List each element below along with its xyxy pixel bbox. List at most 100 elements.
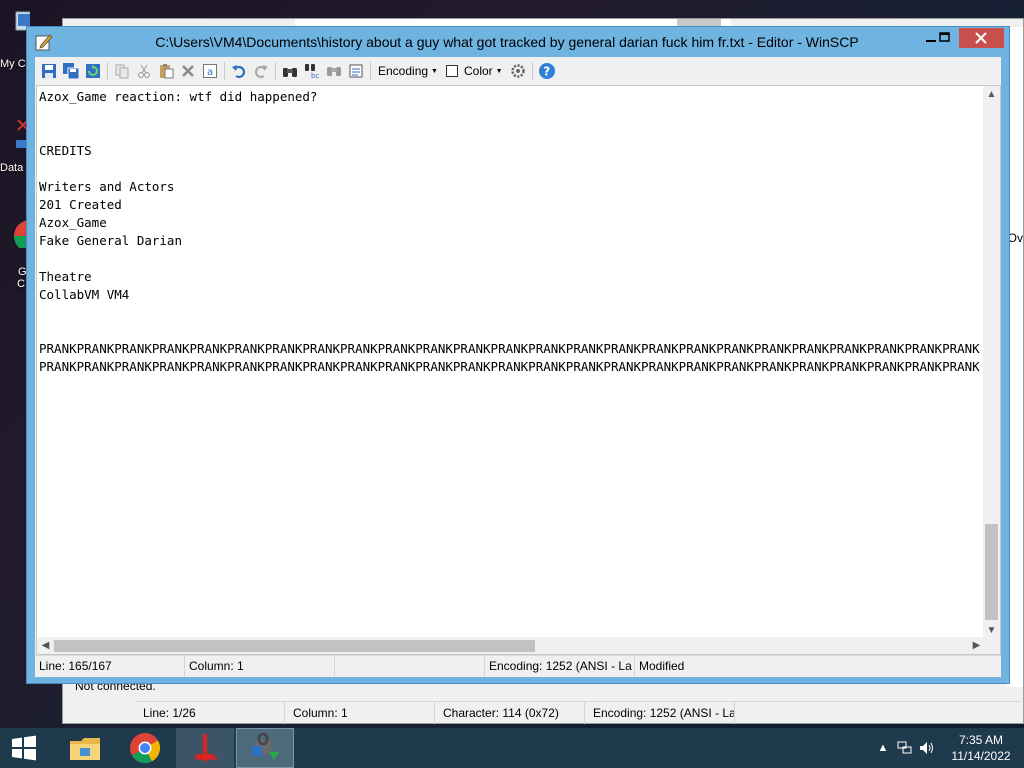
- encoding-dropdown[interactable]: Encoding ▼: [374, 60, 442, 82]
- status-column: Column: 1: [285, 702, 435, 724]
- text-line[interactable]: [39, 304, 983, 322]
- maximize-icon: [939, 32, 950, 42]
- windows-logo-icon: [12, 735, 36, 761]
- editor-client: a bc Encoding ▼ Color ▼ ? Azox_Game reac…: [35, 57, 1001, 677]
- text-line[interactable]: CollabVM VM4: [39, 286, 983, 304]
- text-line[interactable]: [39, 160, 983, 178]
- toolbar-separator: [370, 62, 371, 80]
- horizontal-scroll-thumb[interactable]: [54, 640, 535, 652]
- cut-button[interactable]: [133, 60, 155, 82]
- horizontal-scrollbar[interactable]: ◀ ▶: [37, 637, 985, 654]
- chrome-icon: [130, 733, 161, 764]
- text-editor-area[interactable]: Azox_Game reaction: wtf did happened? CRE…: [36, 85, 1001, 655]
- editor-app-icon: [35, 34, 53, 51]
- speaker-icon: [920, 742, 933, 754]
- encoding-dropdown-label: Encoding: [378, 64, 429, 78]
- maximize-button[interactable]: [931, 28, 959, 48]
- text-line[interactable]: Azox_Game reaction: wtf did happened?: [39, 88, 983, 106]
- svg-text:?: ?: [543, 65, 550, 79]
- replace-icon: bc: [305, 64, 319, 79]
- window-title: C:\Users\VM4\Documents\history about a g…: [155, 34, 859, 50]
- editor-titlebar[interactable]: C:\Users\VM4\Documents\history about a g…: [27, 27, 1009, 57]
- copy-icon: [115, 64, 129, 79]
- text-lines[interactable]: Azox_Game reaction: wtf did happened? CRE…: [39, 88, 983, 634]
- preferences-button[interactable]: [507, 60, 529, 82]
- close-button[interactable]: [959, 28, 1004, 48]
- text-line[interactable]: [39, 322, 983, 340]
- svg-text:bc: bc: [311, 72, 319, 79]
- save-icon: [42, 64, 56, 78]
- gear-icon: [510, 64, 525, 78]
- undo-icon: [232, 65, 246, 79]
- help-button[interactable]: ?: [536, 60, 558, 82]
- show-hidden-icons-button[interactable]: ▲: [872, 742, 894, 754]
- undo-button[interactable]: [228, 60, 250, 82]
- find-button[interactable]: [279, 60, 301, 82]
- status-encoding: Encoding: 1252 (ANSI - La: [585, 702, 735, 724]
- status-character: Character: 114 (0x72): [435, 702, 585, 724]
- volume-icon[interactable]: [916, 741, 938, 755]
- text-line[interactable]: [39, 106, 983, 124]
- start-button[interactable]: [0, 728, 48, 768]
- redo-button[interactable]: [250, 60, 272, 82]
- red-arrow-app-icon: [195, 734, 217, 762]
- replace-button[interactable]: bc: [301, 60, 323, 82]
- text-line[interactable]: CREDITS: [39, 142, 983, 160]
- scroll-left-arrow-icon[interactable]: ◀: [37, 637, 54, 654]
- vertical-scrollbar[interactable]: ▲ ▼: [983, 86, 1000, 639]
- find-next-button[interactable]: [323, 60, 345, 82]
- scrollbar-corner: [983, 637, 1000, 654]
- status-modified: Modified: [639, 659, 685, 673]
- taskbar-chrome[interactable]: [116, 728, 174, 768]
- winscp-icon: [252, 732, 279, 760]
- color-dropdown[interactable]: Color ▼: [442, 60, 507, 82]
- taskbar-winscp[interactable]: [236, 728, 294, 768]
- network-icon[interactable]: [894, 741, 916, 755]
- delete-button[interactable]: [177, 60, 199, 82]
- save-all-icon: [63, 63, 79, 79]
- vertical-scroll-thumb[interactable]: [985, 524, 998, 620]
- toolbar-separator: [224, 62, 225, 80]
- find-next-icon: [327, 67, 341, 76]
- select-all-icon: a: [203, 64, 217, 78]
- text-line[interactable]: Fake General Darian: [39, 232, 983, 250]
- close-icon: [975, 32, 987, 44]
- text-line[interactable]: Theatre: [39, 268, 983, 286]
- svg-text:a: a: [207, 67, 213, 78]
- help-icon: ?: [538, 63, 555, 79]
- color-dropdown-label: Color: [463, 64, 493, 78]
- network-icon: [897, 741, 912, 754]
- save-button[interactable]: [38, 60, 60, 82]
- status-extra: [335, 656, 485, 677]
- select-all-button[interactable]: a: [199, 60, 221, 82]
- reload-button[interactable]: [82, 60, 104, 82]
- editor-statusbar: Line: 165/167 Column: 1 Encoding: 1252 (…: [35, 655, 1001, 677]
- editor-toolbar: a bc Encoding ▼ Color ▼ ?: [35, 57, 1001, 85]
- toolbar-separator: [107, 62, 108, 80]
- taskbar: ▲ 7:35 AM 11/14/2022: [0, 728, 1024, 768]
- taskbar-red-app[interactable]: [176, 728, 234, 768]
- taskbar-clock[interactable]: 7:35 AM 11/14/2022: [938, 732, 1024, 764]
- paste-icon: [160, 64, 174, 79]
- color-checkbox[interactable]: [445, 65, 458, 77]
- dropdown-arrow-icon: ▼: [431, 67, 438, 75]
- text-line[interactable]: [39, 250, 983, 268]
- status-encoding: Encoding: 1252 (ANSI - La: [485, 656, 635, 677]
- system-tray: ▲ 7:35 AM 11/14/2022: [872, 728, 1024, 768]
- binoculars-icon: [283, 68, 297, 77]
- copy-button[interactable]: [111, 60, 133, 82]
- text-line[interactable]: Writers and Actors: [39, 178, 983, 196]
- text-line[interactable]: 201 Created: [39, 196, 983, 214]
- taskbar-file-explorer[interactable]: [56, 728, 114, 768]
- scroll-up-arrow-icon[interactable]: ▲: [983, 86, 1000, 103]
- status-line: Line: 1/26: [135, 702, 285, 724]
- text-line[interactable]: Azox_Game: [39, 214, 983, 232]
- text-line[interactable]: [39, 124, 983, 142]
- save-all-button[interactable]: [60, 60, 82, 82]
- status-line: Line: 165/167: [35, 656, 185, 677]
- text-line[interactable]: PRANKPRANKPRANKPRANKPRANKPRANKPRANKPRANK…: [39, 358, 983, 376]
- folder-icon: [70, 738, 100, 760]
- go-to-line-button[interactable]: [345, 60, 367, 82]
- text-line[interactable]: PRANKPRANKPRANKPRANKPRANKPRANKPRANKPRANK…: [39, 340, 983, 358]
- paste-button[interactable]: [155, 60, 177, 82]
